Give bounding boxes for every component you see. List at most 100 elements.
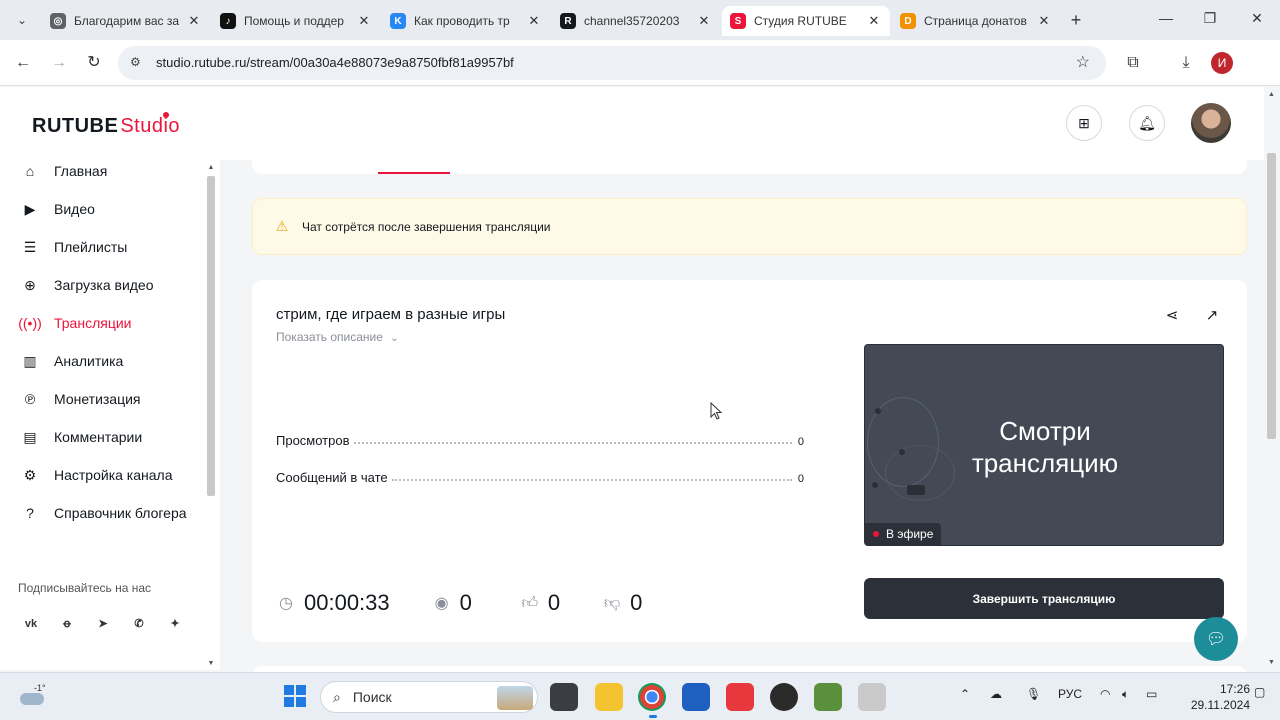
tab-4[interactable]: S Студия RUTUBE ✕ bbox=[722, 6, 890, 36]
rutube-studio-logo[interactable]: RUTUBE Studio bbox=[32, 112, 181, 138]
weather-widget[interactable]: -1° bbox=[18, 683, 48, 707]
download-icon[interactable]: ⤓ bbox=[1175, 52, 1197, 74]
external-link-icon[interactable]: ↗ bbox=[1202, 306, 1222, 326]
user-avatar[interactable] bbox=[1191, 103, 1231, 143]
scroll-down-icon[interactable]: ▼ bbox=[1267, 659, 1276, 666]
comments-icon: ▤ bbox=[23, 428, 37, 445]
browser-tab-bar: ⌄ ◎ Благодарим вас за ✕ ♪ Помощь и подде… bbox=[0, 0, 1280, 40]
reload-icon[interactable]: ↻ bbox=[83, 52, 105, 74]
anydesk-icon[interactable] bbox=[726, 683, 754, 711]
sidebar-item-broadcasts[interactable]: ((•)) Трансляции bbox=[18, 312, 131, 334]
wifi-icon[interactable]: ◠ bbox=[1100, 687, 1110, 701]
tab-5[interactable]: D Страница донатов ✕ bbox=[892, 6, 1060, 36]
monetization-icon: ℗ bbox=[24, 391, 36, 407]
restore-button[interactable]: ❐ bbox=[1200, 10, 1220, 27]
tab-search-icon[interactable]: ⌄ bbox=[12, 10, 32, 30]
close-tab-icon[interactable]: ✕ bbox=[1036, 13, 1052, 29]
show-description-toggle[interactable]: Показать описание ⌄ bbox=[276, 330, 399, 344]
back-icon[interactable]: ← bbox=[12, 52, 34, 74]
preview-caption-line: Смотри bbox=[999, 416, 1091, 446]
preview-caption-line: трансляцию bbox=[971, 448, 1119, 478]
sidebar-item-home[interactable]: ⌂ Главная bbox=[20, 160, 108, 182]
address-bar[interactable]: ⚙ studio.rutube.ru/stream/00a30a4e88073e… bbox=[118, 46, 1106, 80]
sidebar-item-video[interactable]: ▶ Видео bbox=[20, 198, 95, 220]
tabs-card bbox=[252, 160, 1247, 174]
close-tab-icon[interactable]: ✕ bbox=[696, 13, 712, 29]
sidebar-item-monetization[interactable]: ℗ Монетизация bbox=[20, 388, 141, 410]
close-tab-icon[interactable]: ✕ bbox=[866, 13, 882, 29]
store-icon[interactable] bbox=[682, 683, 710, 711]
bookmark-star-icon[interactable]: ☆ bbox=[1076, 52, 1090, 72]
viber-icon[interactable]: ✆ bbox=[127, 612, 151, 636]
scroll-up-icon[interactable]: ▲ bbox=[207, 164, 215, 171]
share-icon[interactable]: ⋖ bbox=[1162, 306, 1182, 326]
scroll-up-icon[interactable]: ▲ bbox=[1267, 91, 1276, 98]
url-text[interactable]: studio.rutube.ru/stream/00a30a4e88073e9a… bbox=[156, 55, 514, 70]
close-tab-icon[interactable]: ✕ bbox=[356, 13, 372, 29]
windows-start-icon[interactable] bbox=[284, 685, 306, 707]
chrome-icon[interactable] bbox=[638, 683, 666, 711]
end-stream-button[interactable]: Завершить трансляцию bbox=[864, 578, 1224, 619]
stream-preview[interactable]: Смотри трансляцию В эфире bbox=[864, 344, 1224, 546]
rutube-icon: R bbox=[560, 13, 576, 29]
task-view-icon[interactable] bbox=[550, 683, 578, 711]
minimize-button[interactable]: — bbox=[1156, 10, 1176, 26]
tab-1[interactable]: ♪ Помощь и поддер ✕ bbox=[212, 6, 380, 36]
notification-center-icon[interactable]: ▢ bbox=[1254, 685, 1265, 699]
volume-icon[interactable]: 🔈︎ bbox=[1122, 687, 1129, 702]
obs-icon[interactable] bbox=[770, 683, 798, 711]
main-scrollbar[interactable]: ▲ ▼ bbox=[1264, 87, 1280, 670]
notifications-button[interactable]: 🔔︎ bbox=[1129, 105, 1165, 141]
battery-icon[interactable]: ▭ bbox=[1146, 687, 1157, 701]
sidebar-scrollbar[interactable]: ▲ ▼ bbox=[205, 164, 217, 670]
tab-2[interactable]: K Как проводить тр ✕ bbox=[382, 6, 550, 36]
tray-overflow-icon[interactable]: ⌃ bbox=[960, 687, 970, 701]
browser-profile-avatar[interactable]: И bbox=[1211, 52, 1233, 74]
likes-stat: 👍︎ 0 bbox=[520, 590, 561, 616]
file-explorer-icon[interactable] bbox=[595, 683, 623, 711]
forward-icon[interactable]: → bbox=[48, 52, 70, 74]
create-button[interactable]: ⊞ bbox=[1066, 105, 1102, 141]
site-info-icon[interactable]: ⚙ bbox=[130, 55, 146, 71]
tab-0[interactable]: ◎ Благодарим вас за ✕ bbox=[42, 6, 210, 36]
scroll-down-icon[interactable]: ▼ bbox=[207, 660, 215, 667]
sidebar-item-label: Аналитика bbox=[54, 353, 124, 369]
sidebar-item-label: Загрузка видео bbox=[54, 277, 154, 293]
close-window-button[interactable]: ✕ bbox=[1247, 10, 1267, 27]
live-label: В эфире bbox=[886, 527, 934, 541]
support-chat-button[interactable]: 💬︎ bbox=[1194, 617, 1238, 661]
logo-sub: Studio bbox=[120, 115, 181, 137]
taskbar-search[interactable]: ⌕ Поиск bbox=[320, 681, 538, 713]
app-icon[interactable] bbox=[858, 683, 886, 711]
close-tab-icon[interactable]: ✕ bbox=[526, 13, 542, 29]
microphone-icon[interactable]: 🎙︎ bbox=[1026, 687, 1041, 701]
sidebar-scroll-thumb[interactable] bbox=[207, 176, 215, 496]
main-scroll-thumb[interactable] bbox=[1267, 153, 1276, 439]
telegram-icon[interactable]: ➤ bbox=[91, 612, 115, 636]
live-dot-icon bbox=[873, 531, 879, 537]
minecraft-icon[interactable] bbox=[814, 683, 842, 711]
clock[interactable]: 17:26 29.11.2024 bbox=[1180, 681, 1250, 713]
extensions-icon[interactable]: ⧉ bbox=[1122, 52, 1144, 74]
plus-icon[interactable]: ✦ bbox=[163, 612, 187, 636]
stat-value: 0 bbox=[797, 473, 804, 485]
cloud-sync-icon[interactable]: ☁ bbox=[990, 687, 1002, 701]
close-tab-icon[interactable]: ✕ bbox=[186, 13, 202, 29]
chat-messages-stat-row: Сообщений в чате 0 bbox=[276, 469, 804, 485]
new-tab-button[interactable]: + bbox=[1066, 10, 1086, 31]
chat-warning-alert: ⚠ Чат сотрётся после завершения трансляц… bbox=[252, 198, 1247, 255]
vk-icon[interactable]: vk bbox=[19, 612, 43, 636]
stat-label: Сообщений в чате bbox=[276, 470, 388, 485]
playlist-icon: ☰ bbox=[23, 238, 37, 255]
tab-title: Как проводить тр bbox=[414, 14, 510, 28]
language-indicator[interactable]: РУС bbox=[1058, 687, 1082, 701]
sidebar-item-analytics[interactable]: ▥ Аналитика bbox=[20, 350, 123, 372]
sidebar-item-blogger-guide[interactable]: ? Справочник блогера bbox=[20, 502, 186, 524]
sidebar-item-comments[interactable]: ▤ Комментарии bbox=[20, 426, 142, 448]
tab-3[interactable]: R channel35720203 ✕ bbox=[552, 6, 720, 36]
sidebar-item-playlists[interactable]: ☰ Плейлисты bbox=[20, 236, 128, 258]
ok-icon[interactable]: ꝋ bbox=[55, 612, 79, 636]
tiktok-icon: ♪ bbox=[220, 13, 236, 29]
sidebar-item-upload[interactable]: ⊕ Загрузка видео bbox=[20, 274, 154, 296]
sidebar-item-channel-settings[interactable]: ⚙ Настройка канала bbox=[20, 464, 173, 486]
